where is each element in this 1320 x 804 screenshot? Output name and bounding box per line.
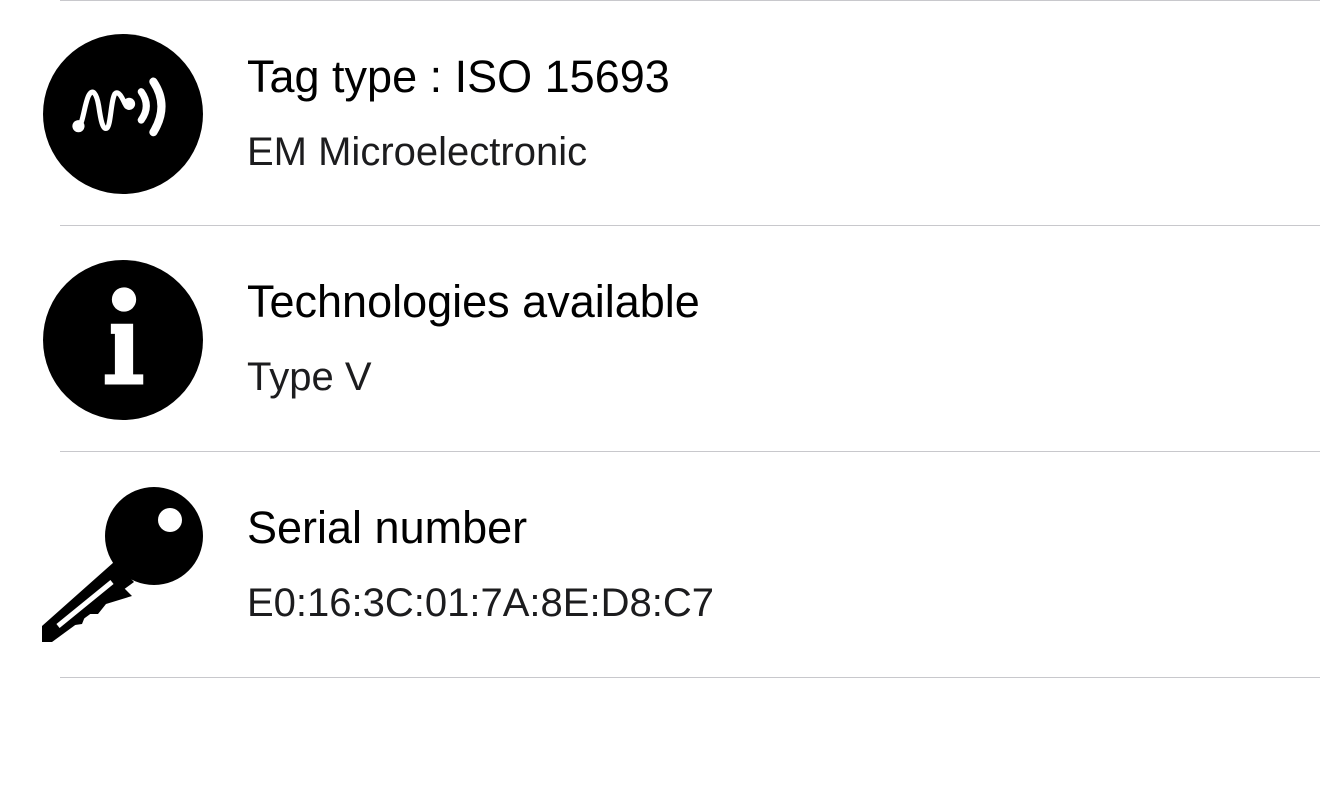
row-technologies[interactable]: Technologies available Type V — [0, 226, 1320, 451]
row-subtitle: Type V — [247, 355, 372, 399]
row-subtitle: EM Microelectronic — [247, 130, 588, 174]
row-serial-number[interactable]: Serial number E0:16:3C:01:7A:8E:D8:C7 — [0, 452, 1320, 677]
nfc-signal-icon — [42, 33, 204, 195]
key-icon — [42, 486, 206, 646]
row-subtitle: E0:16:3C:01:7A:8E:D8:C7 — [247, 581, 714, 625]
row-title: Serial number — [247, 502, 528, 553]
row-title: Technologies available — [247, 276, 700, 327]
row-title: Tag type : ISO 15693 — [247, 51, 670, 102]
row-tag-type[interactable]: Tag type : ISO 15693 EM Microelectronic — [0, 1, 1320, 226]
info-icon — [42, 259, 204, 421]
divider — [60, 677, 1320, 678]
